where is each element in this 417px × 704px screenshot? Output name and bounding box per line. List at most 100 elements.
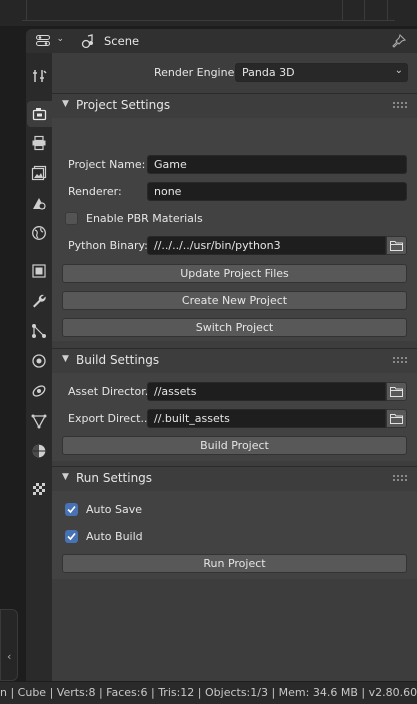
export-dir-row: Export Direct.. //.built_assets (52, 409, 417, 429)
tab-particles[interactable] (27, 318, 51, 344)
project-name-label: Project Name: (68, 158, 146, 171)
folder-icon (390, 387, 403, 397)
tab-world[interactable] (27, 220, 51, 246)
render-engine-row: Render Engine Panda 3D ⌄ (52, 63, 417, 83)
properties-tab-bar (26, 53, 52, 681)
tab-tool[interactable] (27, 63, 51, 89)
drag-grip-icon[interactable] (393, 102, 407, 109)
auto-build-checkbox[interactable] (65, 530, 78, 543)
build-project-button[interactable]: Build Project (62, 436, 407, 455)
drag-grip-icon[interactable] (393, 475, 407, 482)
viewport-top-area (0, 0, 417, 26)
checkmark-icon (67, 532, 76, 541)
run-project-button[interactable]: Run Project (62, 554, 407, 573)
auto-save-checkbox[interactable] (65, 503, 78, 516)
run-settings-header[interactable]: ▼ Run Settings (52, 466, 417, 491)
auto-build-row: Auto Build (52, 527, 417, 547)
viewport-divider (342, 0, 343, 20)
renderer-label: Renderer: (68, 185, 122, 198)
tab-constraints[interactable] (27, 378, 51, 404)
physics-icon (32, 354, 46, 368)
renderer-input[interactable]: none (147, 182, 407, 201)
python-binary-row: Python Binary: //../../../usr/bin/python… (52, 236, 417, 256)
auto-build-label: Auto Build (86, 530, 143, 543)
properties-content: Render Engine Panda 3D ⌄ ▼ Project Setti… (52, 53, 417, 681)
material-icon (32, 444, 46, 458)
browse-asset-dir-button[interactable] (386, 382, 407, 401)
build-settings-panel: Asset Director.. //assets Export Direct.… (52, 373, 417, 461)
tab-texture[interactable] (27, 476, 51, 502)
tab-material[interactable] (27, 438, 51, 464)
view-layer-icon (31, 165, 47, 181)
scene-icon (33, 198, 46, 210)
wrench-icon (33, 294, 46, 308)
particles-icon (32, 324, 46, 338)
editor-type-dropdown[interactable]: ⌄ (32, 32, 66, 50)
chevron-left-icon[interactable]: ‹ (7, 650, 11, 663)
scene-title: Scene (104, 34, 140, 48)
tool-icon (33, 70, 47, 82)
status-bar: n | Cube | Verts:8 | Faces:6 | Tris:12 |… (0, 682, 417, 704)
tab-data[interactable] (27, 408, 51, 434)
switch-project-button[interactable]: Switch Project (62, 318, 407, 337)
properties-header: ⌄ Scene (26, 29, 417, 53)
build-settings-title: Build Settings (76, 353, 160, 367)
triangle-down-icon: ▼ (62, 472, 69, 482)
checkmark-icon (67, 505, 76, 514)
project-name-input[interactable]: Game (147, 155, 407, 174)
asset-dir-label: Asset Director.. (68, 385, 152, 398)
scene-icon (81, 34, 93, 49)
viewport-divider (364, 0, 365, 20)
folder-icon (390, 241, 403, 251)
viewport-divider (387, 0, 388, 20)
create-new-project-button[interactable]: Create New Project (62, 291, 407, 310)
tab-render[interactable] (27, 101, 52, 127)
object-icon (32, 264, 46, 278)
python-binary-input[interactable]: //../../../usr/bin/python3 (147, 236, 386, 255)
update-project-files-button[interactable]: Update Project Files (62, 264, 407, 283)
run-settings-title: Run Settings (76, 471, 153, 485)
chevron-down-icon: ⌄ (394, 65, 403, 76)
viewport-edge (22, 20, 395, 21)
tab-modifiers[interactable] (27, 288, 51, 314)
renderer-row: Renderer: none (52, 182, 417, 202)
render-engine-dropdown[interactable]: Panda 3D ⌄ (235, 63, 408, 82)
tab-scene[interactable] (27, 190, 51, 216)
auto-save-row: Auto Save (52, 500, 417, 520)
triangle-down-icon: ▼ (62, 354, 69, 364)
build-settings-header[interactable]: ▼ Build Settings (52, 348, 417, 373)
side-area-collapsed[interactable]: ‹ (0, 609, 18, 681)
pbr-checkbox[interactable] (65, 212, 78, 225)
asset-dir-input[interactable]: //assets (147, 382, 386, 401)
pin-icon[interactable] (391, 33, 407, 49)
tab-view-layer[interactable] (27, 160, 51, 186)
constraint-icon (32, 385, 46, 397)
project-settings-panel: Project Name: Game Renderer: none Enable… (52, 118, 417, 341)
chevron-down-icon: ⌄ (56, 34, 64, 44)
texture-checker-icon (33, 483, 45, 495)
browse-python-button[interactable] (386, 236, 407, 255)
properties-editor-icon (36, 35, 50, 46)
render-camera-icon (32, 108, 46, 121)
project-name-row: Project Name: Game (52, 155, 417, 175)
mesh-data-icon (31, 414, 47, 429)
export-dir-label: Export Direct.. (68, 412, 148, 425)
export-dir-input[interactable]: //.built_assets (147, 409, 386, 428)
drag-grip-icon[interactable] (393, 357, 407, 364)
status-text: n | Cube | Verts:8 | Faces:6 | Tris:12 |… (0, 686, 417, 699)
world-globe-icon (32, 226, 46, 240)
triangle-down-icon: ▼ (62, 99, 69, 109)
tab-output[interactable] (27, 130, 51, 156)
render-engine-value: Panda 3D (242, 66, 295, 79)
python-binary-label: Python Binary: (68, 239, 148, 252)
auto-save-label: Auto Save (86, 503, 143, 516)
tab-physics[interactable] (27, 348, 51, 374)
pbr-row: Enable PBR Materials (52, 209, 417, 229)
asset-dir-row: Asset Director.. //assets (52, 382, 417, 402)
browse-export-dir-button[interactable] (386, 409, 407, 428)
render-engine-label: Render Engine (154, 66, 235, 79)
viewport-divider (26, 0, 27, 20)
folder-icon (390, 414, 403, 424)
tab-object[interactable] (27, 258, 51, 284)
project-settings-header[interactable]: ▼ Project Settings (52, 93, 417, 118)
